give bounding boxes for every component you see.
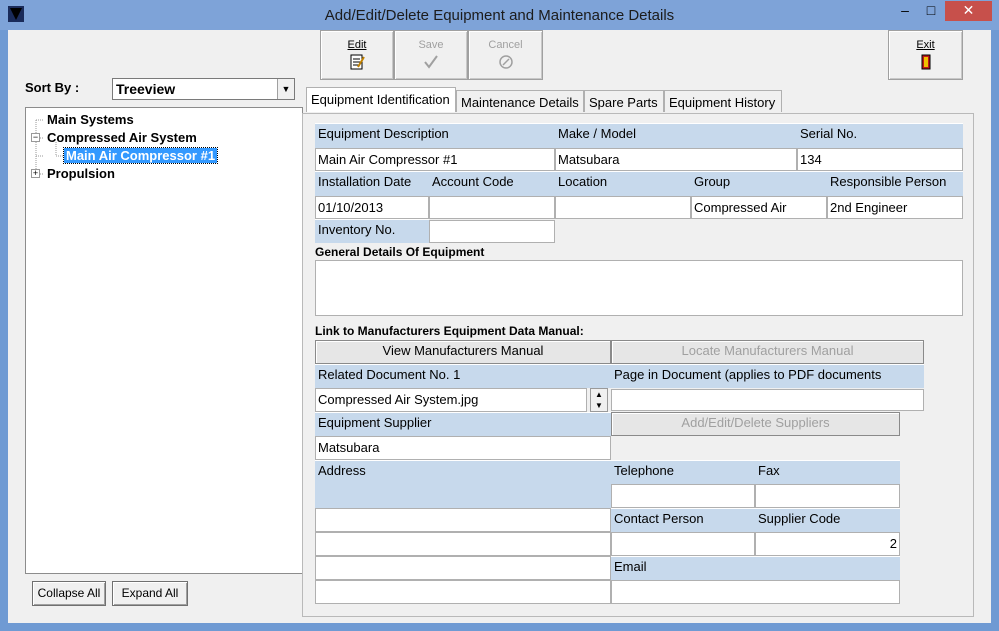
make-model-label: Make / Model — [555, 123, 797, 148]
address-line-2[interactable] — [315, 532, 611, 556]
cancel-label: Cancel — [488, 39, 523, 51]
checkmark-icon — [424, 55, 438, 69]
telephone-field[interactable] — [611, 484, 755, 508]
address-label: Address — [315, 460, 611, 484]
equipment-tree[interactable]: − + Main Systems Compressed Air System M… — [25, 107, 303, 574]
cancel-button[interactable]: Cancel — [468, 30, 543, 80]
responsible-person-field[interactable]: 2nd Engineer — [827, 196, 963, 219]
manual-link-label: Link to Manufacturers Equipment Data Man… — [315, 324, 584, 338]
sort-by-select[interactable]: Treeview ▼ — [112, 78, 295, 100]
title-bar: Add/Edit/Delete Equipment and Maintenanc… — [0, 0, 999, 30]
address-line-1[interactable] — [315, 508, 611, 532]
equipment-identification-panel: Equipment Description Make / Model Seria… — [302, 113, 974, 617]
general-details-textarea[interactable] — [315, 260, 963, 316]
group-label: Group — [691, 171, 827, 196]
maximize-button[interactable]: □ — [918, 1, 944, 21]
email-field[interactable] — [611, 580, 900, 604]
tab-maintenance-details[interactable]: Maintenance Details — [456, 90, 584, 112]
serial-no-field[interactable]: 134 — [797, 148, 963, 171]
supplier-code-field[interactable]: 2 — [755, 532, 900, 556]
installation-date-field[interactable]: 01/10/2013 — [315, 196, 429, 219]
tree-item-main-systems[interactable]: Main Systems — [47, 112, 134, 127]
supplier-code-label: Supplier Code — [755, 508, 900, 532]
tree-item-main-air-compressor[interactable]: Main Air Compressor #1 — [62, 147, 219, 164]
telephone-label: Telephone — [611, 460, 755, 484]
equipment-description-label: Equipment Description — [315, 123, 555, 148]
equipment-description-field[interactable]: Main Air Compressor #1 — [315, 148, 555, 171]
collapse-node-icon[interactable]: − — [31, 133, 40, 142]
address-line-4[interactable] — [315, 580, 611, 604]
sort-by-label: Sort By : — [25, 80, 80, 95]
account-code-label: Account Code — [429, 171, 555, 196]
sort-by-value: Treeview — [116, 81, 176, 97]
related-document-field[interactable]: Compressed Air System.jpg — [315, 388, 587, 412]
spin-up-icon[interactable]: ▲ — [591, 389, 607, 400]
related-document-label: Related Document No. 1 — [315, 364, 611, 388]
page-in-document-label: Page in Document (applies to PDF documen… — [611, 364, 924, 388]
edit-label: Edit — [347, 39, 367, 51]
exit-door-icon — [921, 54, 930, 70]
contact-person-label: Contact Person — [611, 508, 755, 532]
add-edit-delete-suppliers-button[interactable]: Add/Edit/Delete Suppliers — [611, 412, 900, 436]
fax-field[interactable] — [755, 484, 900, 508]
tab-equipment-history[interactable]: Equipment History — [664, 90, 782, 112]
serial-no-label: Serial No. — [797, 123, 963, 148]
location-field[interactable] — [555, 196, 691, 219]
address-line-3[interactable] — [315, 556, 611, 580]
locate-manual-button[interactable]: Locate Manufacturers Manual — [611, 340, 924, 364]
responsible-person-label: Responsible Person — [827, 171, 963, 196]
group-field[interactable]: Compressed Air — [691, 196, 827, 219]
close-button[interactable]: ✕ — [945, 1, 992, 21]
address-label-fill — [315, 484, 611, 508]
tree-item-compressed-air-system[interactable]: Compressed Air System — [47, 130, 197, 145]
save-label: Save — [418, 39, 444, 51]
tab-strip: Equipment Identification Maintenance Det… — [306, 87, 786, 114]
equipment-supplier-field[interactable]: Matsubara — [315, 436, 611, 460]
email-label: Email — [611, 556, 900, 580]
equipment-supplier-label: Equipment Supplier — [315, 412, 611, 436]
minimize-button[interactable]: – — [892, 1, 918, 21]
tree-item-propulsion[interactable]: Propulsion — [47, 166, 115, 181]
inventory-no-field[interactable] — [429, 220, 555, 243]
expand-all-button[interactable]: Expand All — [112, 581, 188, 606]
installation-date-label: Installation Date — [315, 171, 429, 196]
contact-person-field[interactable] — [611, 532, 755, 556]
account-code-field[interactable] — [429, 196, 555, 219]
exit-label: Exit — [916, 39, 935, 51]
general-details-label: General Details Of Equipment — [315, 245, 485, 259]
client-area: Edit Save Cancel Exit Sort By: Treeview… — [8, 30, 991, 623]
document-spinner[interactable]: ▲ ▼ — [590, 388, 608, 412]
edit-icon — [350, 54, 365, 70]
view-manual-button[interactable]: View Manufacturers Manual — [315, 340, 611, 364]
page-in-document-field[interactable] — [611, 389, 924, 411]
chevron-down-icon[interactable]: ▼ — [277, 79, 294, 99]
make-model-field[interactable]: Matsubara — [555, 148, 797, 171]
app-window: Add/Edit/Delete Equipment and Maintenanc… — [0, 0, 999, 631]
tab-equipment-identification[interactable]: Equipment Identification — [306, 87, 456, 112]
tab-spare-parts[interactable]: Spare Parts — [584, 90, 664, 112]
inventory-no-label: Inventory No. — [315, 219, 429, 243]
exit-button[interactable]: Exit — [888, 30, 963, 80]
window-title: Add/Edit/Delete Equipment and Maintenanc… — [324, 7, 675, 24]
edit-button[interactable]: Edit — [320, 30, 394, 80]
expand-node-icon[interactable]: + — [31, 169, 40, 178]
spin-down-icon[interactable]: ▼ — [591, 400, 607, 411]
fax-label: Fax — [755, 460, 900, 484]
cancel-icon — [498, 55, 513, 69]
location-label: Location — [555, 171, 691, 196]
save-button[interactable]: Save — [394, 30, 468, 80]
collapse-all-button[interactable]: Collapse All — [32, 581, 106, 606]
